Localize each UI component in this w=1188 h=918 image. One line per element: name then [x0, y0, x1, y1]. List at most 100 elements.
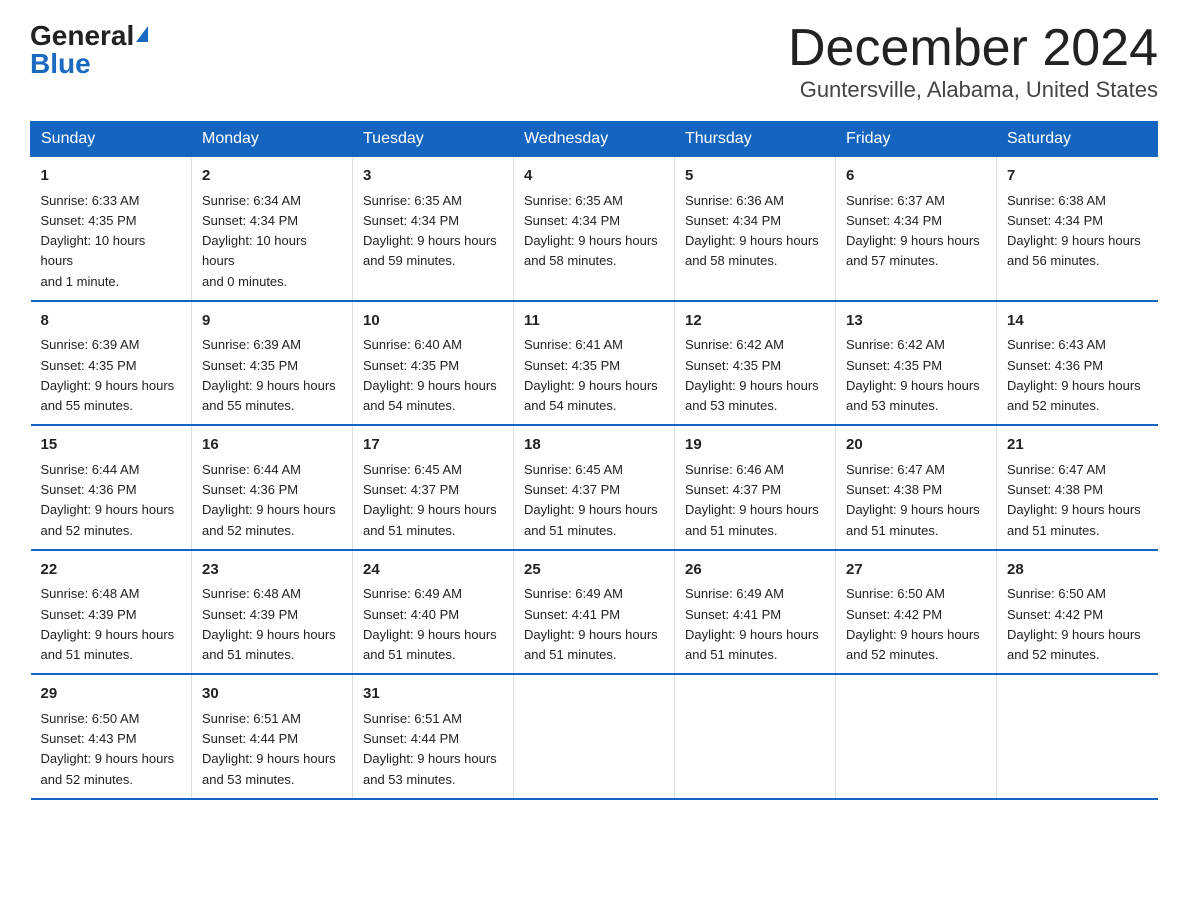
- day-info: Sunrise: 6:45 AMSunset: 4:37 PMDaylight:…: [363, 462, 497, 538]
- calendar-cell: 10 Sunrise: 6:40 AMSunset: 4:35 PMDayligh…: [353, 301, 514, 426]
- day-info: Sunrise: 6:43 AMSunset: 4:36 PMDaylight:…: [1007, 337, 1141, 413]
- logo: General Blue: [30, 20, 148, 80]
- day-number: 7: [1007, 165, 1148, 188]
- day-number: 17: [363, 434, 503, 457]
- calendar-cell: 25Sunrise: 6:49 AMSunset: 4:41 PMDayligh…: [514, 550, 675, 675]
- calendar-cell: 21 Sunrise: 6:47 AMSunset: 4:38 PMDayligh…: [997, 425, 1158, 550]
- calendar-cell: 16Sunrise: 6:44 AMSunset: 4:36 PMDayligh…: [192, 425, 353, 550]
- day-number: 15: [41, 434, 182, 457]
- day-info: Sunrise: 6:40 AMSunset: 4:35 PMDaylight:…: [363, 337, 497, 413]
- day-number: 22: [41, 559, 182, 582]
- day-number: 13: [846, 310, 986, 333]
- day-number: 28: [1007, 559, 1148, 582]
- calendar-cell: [675, 674, 836, 799]
- calendar-cell: 27 Sunrise: 6:50 AMSunset: 4:42 PMDayligh…: [836, 550, 997, 675]
- day-info: Sunrise: 6:49 AMSunset: 4:40 PMDaylight:…: [363, 586, 497, 662]
- page-header: General Blue December 2024 Guntersville,…: [30, 20, 1158, 103]
- day-number: 26: [685, 559, 825, 582]
- calendar-cell: 30 Sunrise: 6:51 AMSunset: 4:44 PMDayligh…: [192, 674, 353, 799]
- page-subtitle: Guntersville, Alabama, United States: [788, 77, 1158, 103]
- day-number: 19: [685, 434, 825, 457]
- day-number: 5: [685, 165, 825, 188]
- day-info: Sunrise: 6:48 AMSunset: 4:39 PMDaylight:…: [202, 586, 336, 662]
- day-info: Sunrise: 6:36 AMSunset: 4:34 PMDaylight:…: [685, 193, 819, 269]
- day-info: Sunrise: 6:37 AMSunset: 4:34 PMDaylight:…: [846, 193, 980, 269]
- day-info: Sunrise: 6:35 AMSunset: 4:34 PMDaylight:…: [363, 193, 497, 269]
- day-number: 9: [202, 310, 342, 333]
- calendar-cell: 29 Sunrise: 6:50 AMSunset: 4:43 PMDayligh…: [31, 674, 192, 799]
- day-number: 4: [524, 165, 664, 188]
- calendar-cell: 15 Sunrise: 6:44 AMSunset: 4:36 PMDayligh…: [31, 425, 192, 550]
- logo-arrow-icon: [136, 26, 148, 42]
- day-number: 21: [1007, 434, 1148, 457]
- title-area: December 2024 Guntersville, Alabama, Uni…: [788, 20, 1158, 103]
- day-number: 24: [363, 559, 503, 582]
- day-info: Sunrise: 6:49 AMSunset: 4:41 PMDaylight:…: [685, 586, 819, 662]
- calendar-cell: 4Sunrise: 6:35 AMSunset: 4:34 PMDaylight…: [514, 157, 675, 301]
- day-info: Sunrise: 6:47 AMSunset: 4:38 PMDaylight:…: [1007, 462, 1141, 538]
- day-info: Sunrise: 6:48 AMSunset: 4:39 PMDaylight:…: [41, 586, 175, 662]
- calendar-cell: 24 Sunrise: 6:49 AMSunset: 4:40 PMDayligh…: [353, 550, 514, 675]
- day-number: 31: [363, 683, 503, 706]
- header-tuesday: Tuesday: [353, 122, 514, 157]
- day-info: Sunrise: 6:49 AMSunset: 4:41 PMDaylight:…: [524, 586, 658, 662]
- calendar-cell: 20 Sunrise: 6:47 AMSunset: 4:38 PMDayligh…: [836, 425, 997, 550]
- calendar-cell: 13Sunrise: 6:42 AMSunset: 4:35 PMDayligh…: [836, 301, 997, 426]
- day-info: Sunrise: 6:50 AMSunset: 4:42 PMDaylight:…: [1007, 586, 1141, 662]
- logo-blue-text: Blue: [30, 48, 148, 80]
- calendar-cell: 18 Sunrise: 6:45 AMSunset: 4:37 PMDayligh…: [514, 425, 675, 550]
- calendar-table: Sunday Monday Tuesday Wednesday Thursday…: [30, 121, 1158, 800]
- day-number: 12: [685, 310, 825, 333]
- calendar-cell: [997, 674, 1158, 799]
- day-info: Sunrise: 6:50 AMSunset: 4:42 PMDaylight:…: [846, 586, 980, 662]
- calendar-cell: 12 Sunrise: 6:42 AMSunset: 4:35 PMDayligh…: [675, 301, 836, 426]
- day-info: Sunrise: 6:41 AMSunset: 4:35 PMDaylight:…: [524, 337, 658, 413]
- day-info: Sunrise: 6:46 AMSunset: 4:37 PMDaylight:…: [685, 462, 819, 538]
- header-sunday: Sunday: [31, 122, 192, 157]
- day-number: 30: [202, 683, 342, 706]
- day-info: Sunrise: 6:44 AMSunset: 4:36 PMDaylight:…: [41, 462, 175, 538]
- day-number: 14: [1007, 310, 1148, 333]
- calendar-cell: 7 Sunrise: 6:38 AMSunset: 4:34 PMDaylight…: [997, 157, 1158, 301]
- calendar-cell: 9 Sunrise: 6:39 AMSunset: 4:35 PMDaylight…: [192, 301, 353, 426]
- header-monday: Monday: [192, 122, 353, 157]
- day-info: Sunrise: 6:39 AMSunset: 4:35 PMDaylight:…: [202, 337, 336, 413]
- calendar-header: Sunday Monday Tuesday Wednesday Thursday…: [31, 122, 1158, 157]
- calendar-cell: 2Sunrise: 6:34 AMSunset: 4:34 PMDaylight…: [192, 157, 353, 301]
- calendar-body: 1Sunrise: 6:33 AMSunset: 4:35 PMDaylight…: [31, 157, 1158, 799]
- calendar-cell: 28 Sunrise: 6:50 AMSunset: 4:42 PMDayligh…: [997, 550, 1158, 675]
- day-number: 23: [202, 559, 342, 582]
- day-number: 18: [524, 434, 664, 457]
- header-wednesday: Wednesday: [514, 122, 675, 157]
- day-number: 10: [363, 310, 503, 333]
- calendar-cell: [836, 674, 997, 799]
- page-title: December 2024: [788, 20, 1158, 77]
- day-info: Sunrise: 6:44 AMSunset: 4:36 PMDaylight:…: [202, 462, 336, 538]
- day-info: Sunrise: 6:51 AMSunset: 4:44 PMDaylight:…: [363, 711, 497, 787]
- header-saturday: Saturday: [997, 122, 1158, 157]
- calendar-cell: 14 Sunrise: 6:43 AMSunset: 4:36 PMDayligh…: [997, 301, 1158, 426]
- day-info: Sunrise: 6:33 AMSunset: 4:35 PMDaylight:…: [41, 193, 146, 289]
- calendar-cell: 26 Sunrise: 6:49 AMSunset: 4:41 PMDayligh…: [675, 550, 836, 675]
- day-number: 3: [363, 165, 503, 188]
- day-info: Sunrise: 6:51 AMSunset: 4:44 PMDaylight:…: [202, 711, 336, 787]
- day-info: Sunrise: 6:38 AMSunset: 4:34 PMDaylight:…: [1007, 193, 1141, 269]
- day-number: 27: [846, 559, 986, 582]
- calendar-cell: 1Sunrise: 6:33 AMSunset: 4:35 PMDaylight…: [31, 157, 192, 301]
- header-friday: Friday: [836, 122, 997, 157]
- day-number: 6: [846, 165, 986, 188]
- day-number: 2: [202, 165, 342, 188]
- day-info: Sunrise: 6:39 AMSunset: 4:35 PMDaylight:…: [41, 337, 175, 413]
- day-info: Sunrise: 6:50 AMSunset: 4:43 PMDaylight:…: [41, 711, 175, 787]
- day-number: 29: [41, 683, 182, 706]
- calendar-cell: 8Sunrise: 6:39 AMSunset: 4:35 PMDaylight…: [31, 301, 192, 426]
- day-info: Sunrise: 6:47 AMSunset: 4:38 PMDaylight:…: [846, 462, 980, 538]
- calendar-cell: 3 Sunrise: 6:35 AMSunset: 4:34 PMDaylight…: [353, 157, 514, 301]
- calendar-cell: 11 Sunrise: 6:41 AMSunset: 4:35 PMDayligh…: [514, 301, 675, 426]
- day-number: 11: [524, 310, 664, 333]
- day-number: 20: [846, 434, 986, 457]
- calendar-cell: 23 Sunrise: 6:48 AMSunset: 4:39 PMDayligh…: [192, 550, 353, 675]
- day-info: Sunrise: 6:45 AMSunset: 4:37 PMDaylight:…: [524, 462, 658, 538]
- day-info: Sunrise: 6:42 AMSunset: 4:35 PMDaylight:…: [685, 337, 819, 413]
- calendar-cell: 19 Sunrise: 6:46 AMSunset: 4:37 PMDayligh…: [675, 425, 836, 550]
